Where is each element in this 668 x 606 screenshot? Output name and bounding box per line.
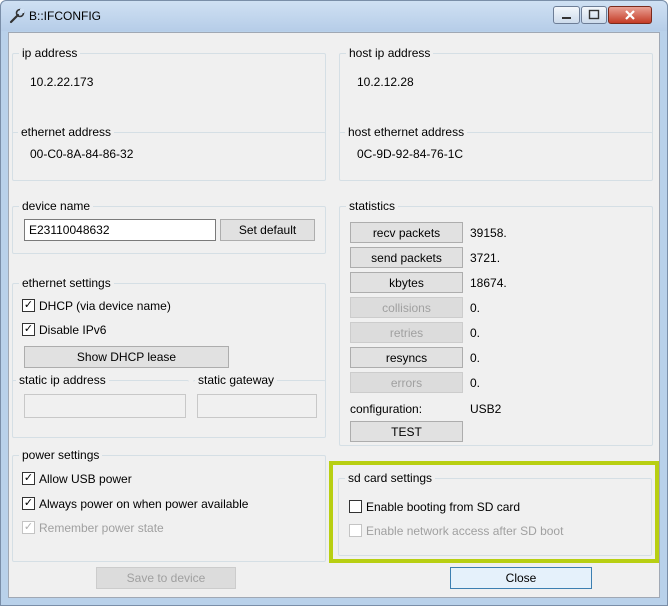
checkmark-icon: ✓ (22, 472, 35, 485)
statistics-group: statistics recv packets 39158. send pack… (339, 199, 653, 446)
close-button[interactable]: Close (450, 567, 592, 589)
statistics-label: statistics (346, 199, 399, 213)
static-gateway-label: static gateway (195, 373, 278, 387)
host-ip-address-value: 10.2.12.28 (357, 75, 414, 89)
recv-packets-button[interactable]: recv packets (350, 222, 463, 243)
static-ip-input[interactable] (24, 394, 186, 418)
host-ethernet-address-label: host ethernet address (345, 125, 468, 139)
ip-address-label: ip address (19, 46, 81, 60)
errors-value: 0. (470, 376, 481, 390)
ip-address-value: 10.2.22.173 (30, 75, 94, 89)
ethernet-settings-group: ethernet settings ✓ DHCP (via device nam… (12, 276, 326, 438)
ethernet-address-value: 00-C0-8A-84-86-32 (30, 147, 134, 161)
retries-value: 0. (470, 326, 481, 340)
always-power-on-label: Always power on when power available (39, 497, 249, 511)
collisions-button[interactable]: collisions (350, 297, 463, 318)
errors-button[interactable]: errors (350, 372, 463, 393)
kbytes-value: 18674. (470, 276, 507, 290)
checkmark-icon: ✓ (22, 521, 35, 534)
send-packets-button[interactable]: send packets (350, 247, 463, 268)
power-settings-group: power settings ✓ Allow USB power ✓ Alway… (12, 448, 326, 562)
title-bar[interactable]: B::IFCONFIG (1, 1, 667, 31)
minimize-icon (562, 17, 571, 19)
recv-packets-value: 39158. (470, 226, 507, 240)
save-to-device-button[interactable]: Save to device (96, 567, 236, 589)
configuration-label: configuration: (350, 402, 423, 416)
disable-ipv6-label: Disable IPv6 (39, 323, 107, 337)
close-window-button[interactable] (608, 6, 652, 24)
checkmark-icon: ✓ (22, 497, 35, 510)
configuration-value: USB2 (470, 402, 502, 416)
device-name-input[interactable]: E23110048632 (24, 219, 216, 241)
sd-card-highlight-frame (329, 461, 659, 563)
close-icon (625, 10, 635, 20)
maximize-button[interactable] (581, 6, 607, 24)
resyncs-value: 0. (470, 351, 481, 365)
device-name-label: device name (19, 199, 94, 213)
window-title: B::IFCONFIG (29, 9, 101, 23)
host-ethernet-address-value: 0C-9D-92-84-76-1C (357, 147, 464, 161)
maximize-icon (588, 9, 600, 20)
dhcp-label: DHCP (via device name) (39, 299, 171, 313)
checkmark-icon: ✓ (22, 299, 35, 312)
set-default-button[interactable]: Set default (220, 219, 315, 241)
minimize-button[interactable] (553, 6, 580, 24)
remember-power-state-label: Remember power state (39, 521, 164, 535)
static-gateway-input[interactable] (197, 394, 317, 418)
static-ip-label: static ip address (16, 373, 109, 387)
ethernet-address-label: ethernet address (18, 125, 115, 139)
network-group-left: ip address 10.2.22.173 ethernet address … (12, 46, 326, 181)
ifconfig-window: B::IFCONFIG ip address 10.2.22.173 ether… (0, 0, 668, 606)
host-ip-address-label: host ip address (346, 46, 434, 60)
kbytes-button[interactable]: kbytes (350, 272, 463, 293)
device-name-group: device name E23110048632 Set default (12, 199, 326, 254)
resyncs-button[interactable]: resyncs (350, 347, 463, 368)
allow-usb-power-label: Allow USB power (39, 472, 132, 486)
retries-button[interactable]: retries (350, 322, 463, 343)
show-dhcp-lease-button[interactable]: Show DHCP lease (24, 346, 229, 368)
test-button[interactable]: TEST (350, 421, 463, 442)
ethernet-settings-label: ethernet settings (19, 276, 114, 290)
send-packets-value: 3721. (470, 251, 501, 265)
wrench-icon (9, 8, 25, 24)
collisions-value: 0. (470, 301, 481, 315)
power-settings-label: power settings (19, 448, 103, 462)
checkmark-icon: ✓ (22, 323, 35, 336)
network-group-right: host ip address 10.2.12.28 host ethernet… (339, 46, 653, 181)
